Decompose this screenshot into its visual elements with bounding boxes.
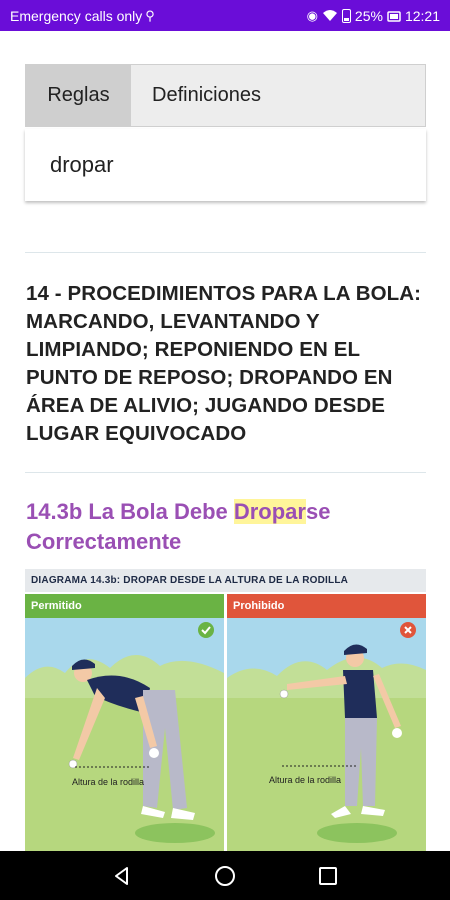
battery-percent: 25% (354, 7, 383, 24)
home-icon (214, 865, 235, 886)
tab-definiciones[interactable]: Definiciones (131, 65, 261, 126)
back-icon (114, 866, 128, 885)
back-button[interactable] (107, 861, 137, 891)
allowed-illustration: Altura de la rodilla (25, 618, 224, 851)
diagram-header: DIAGRAMA 14.3b: DROPAR DESDE LA ALTURA D… (25, 569, 426, 592)
home-button[interactable] (210, 861, 240, 891)
panel-label-prohibited: Prohibido (227, 594, 426, 618)
divider (25, 472, 426, 473)
knee-height-caption: Altura de la rodilla (269, 775, 341, 785)
usb-icon: ⚲ (145, 7, 155, 23)
navigation-bar (0, 851, 450, 900)
carrier-text: Emergency calls only (10, 7, 143, 24)
tab-reglas[interactable]: Reglas (26, 65, 131, 126)
alarm-icon (387, 10, 401, 22)
recents-button[interactable] (313, 861, 343, 891)
rule-diagram: DIAGRAMA 14.3b: DROPAR DESDE LA ALTURA D… (25, 569, 426, 851)
panel-label-allowed: Permitido (25, 594, 224, 618)
clock: 12:21 (404, 7, 440, 24)
diagram-panel-allowed: Permitido Altura de la rodilla (25, 594, 224, 851)
section-title-prefix: 14.3b La Bola Debe (26, 499, 234, 524)
prohibited-illustration: Altura de la rodilla (227, 618, 426, 851)
recents-icon (319, 866, 338, 885)
chapter-title[interactable]: 14 - PROCEDIMIENTOS PARA LA BOLA: MARCAN… (26, 280, 426, 448)
wifi-icon (322, 10, 337, 21)
tab-bar: Reglas Definiciones (25, 64, 426, 127)
tab-label: Reglas (47, 84, 110, 106)
search-value: dropar (50, 152, 114, 177)
diagram-panel-prohibited: Prohibido Altura de la rodilla (227, 594, 426, 851)
search-highlight: Dropar (233, 499, 306, 524)
search-input[interactable]: dropar (25, 129, 426, 201)
knee-height-caption: Altura de la rodilla (72, 777, 144, 787)
section-title[interactable]: 14.3b La Bola Debe Droparse Correctament… (26, 497, 426, 557)
eye-icon: ◉ (306, 7, 318, 23)
tab-label: Definiciones (152, 84, 261, 106)
battery-icon (341, 8, 351, 23)
status-bar: Emergency calls only ⚲ ◉ 25% 12:21 (0, 0, 450, 31)
divider (25, 252, 426, 253)
